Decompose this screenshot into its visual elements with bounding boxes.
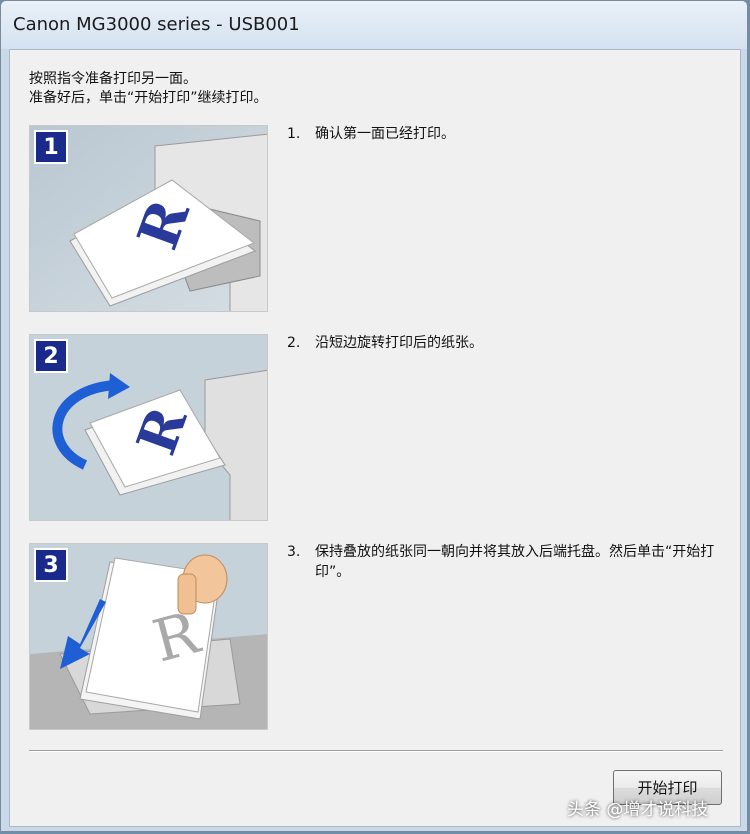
dialog-content: 按照指令准备打印另一面。 准备好后，单击“开始打印”继续打印。 R 1 1. 确… (9, 49, 741, 827)
step-1-badge: 1 (34, 130, 68, 164)
instruction-line-2: 准备好后，单击“开始打印”继续打印。 (29, 90, 268, 106)
step-3-illustration: R 3 (29, 543, 268, 730)
step-1-illustration: R 1 (29, 125, 268, 312)
step-2-text: 2. 沿短边旋转打印后的纸张。 (287, 335, 483, 351)
instruction-line-1: 按照指令准备打印另一面。 (29, 71, 197, 87)
step-1-text: 1. 确认第一面已经打印。 (287, 126, 455, 142)
step-2-illustration: R 2 (29, 334, 268, 521)
watermark: 头条 @增才说科技 (567, 800, 709, 820)
step-3-badge: 3 (34, 548, 68, 582)
divider (29, 750, 723, 752)
window-title: Canon MG3000 series - USB001 (13, 14, 300, 35)
step-2-badge: 2 (34, 339, 68, 373)
dialog-window: Canon MG3000 series - USB001 按照指令准备打印另一面… (0, 0, 748, 832)
instructions: 按照指令准备打印另一面。 准备好后，单击“开始打印”继续打印。 (29, 70, 268, 108)
step-3-text: 3. 保持叠放的纸张同一朝向并将其放入后端托盘。然后单击“开始打印”。 (287, 544, 715, 580)
title-bar[interactable]: Canon MG3000 series - USB001 (1, 1, 747, 49)
